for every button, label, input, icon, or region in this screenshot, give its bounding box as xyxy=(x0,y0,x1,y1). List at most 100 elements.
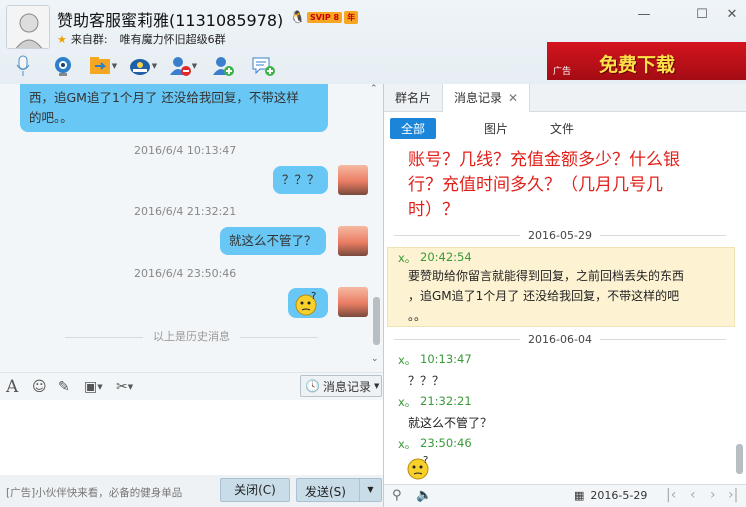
history-footer: ⚲ 🔈 ▦ 2016-5-29 |‹ ‹ › ›| xyxy=(384,484,746,507)
voice-call-button[interactable] xyxy=(4,53,42,79)
svg-text:?: ? xyxy=(423,455,428,466)
filter-all[interactable]: 全部 xyxy=(390,117,436,139)
history-button-label: 消息记录 xyxy=(322,379,371,394)
close-button[interactable]: 关闭(C) xyxy=(220,478,290,502)
message-text: ，追GM追了1个月了 还没给我回复，不带这样的吧 xyxy=(408,289,680,303)
first-page-icon[interactable]: |‹ xyxy=(666,487,676,503)
chevron-down-icon[interactable]: ▼ xyxy=(192,62,197,70)
vip-badge[interactable]: 🐧 SVIP 8 年 xyxy=(290,9,359,25)
contact-avatar[interactable] xyxy=(6,5,50,49)
maximize-icon[interactable]: ☐ xyxy=(694,7,710,23)
speaker-icon[interactable]: 🔈 xyxy=(416,488,432,503)
user-avatar[interactable] xyxy=(338,165,368,195)
chevron-down-icon[interactable]: ▼ xyxy=(359,479,381,501)
remote-assist-button[interactable]: ▼ xyxy=(124,53,162,79)
chevron-down-icon[interactable]: ▼ xyxy=(112,62,117,70)
date-value: 2016-5-29 xyxy=(590,489,648,502)
scroll-down-icon[interactable]: ⌄ xyxy=(371,354,379,364)
block-user-icon xyxy=(169,57,191,76)
history-divider-text: 以上是历史消息 xyxy=(153,330,230,343)
add-friend-button[interactable] xyxy=(204,53,242,79)
ad-text: 免费下载 xyxy=(599,54,676,76)
scissors-icon[interactable]: ✂ ▼ xyxy=(116,378,134,396)
close-tab-icon[interactable]: ✕ xyxy=(508,91,518,105)
message-sender: x。 xyxy=(398,251,417,265)
chevron-down-icon[interactable]: ▼ xyxy=(152,62,157,70)
confused-face-icon: ? xyxy=(407,455,429,480)
send-button[interactable]: 发送(S) ▼ xyxy=(296,478,382,502)
history-panel: 群名片 消息记录 ✕ 全部 图片 文件 账号？几线？充值金额多少？什么银行？充值时… xyxy=(384,84,746,507)
star-icon: ★ xyxy=(57,32,67,46)
message-sender: x。 xyxy=(398,437,417,451)
send-label: 发送(S) xyxy=(305,485,346,499)
message-button[interactable] xyxy=(244,53,282,79)
minimize-icon[interactable]: — xyxy=(636,7,652,23)
tab-label: 消息记录 xyxy=(454,91,503,105)
user-avatar[interactable] xyxy=(338,226,368,256)
message-input[interactable] xyxy=(0,400,383,475)
add-friend-icon xyxy=(213,57,234,76)
microphone-icon xyxy=(16,55,30,76)
scrollbar[interactable] xyxy=(373,297,380,345)
message-timestamp: 2016/6/4 10:13:47 xyxy=(134,144,237,157)
date-picker[interactable]: ▦ 2016-5-29 xyxy=(574,489,647,502)
notice-text: 账号？几线？充值金额多少？什么银行？充值时间多久？（几月几号几时）？ xyxy=(408,150,680,220)
svg-text:?: ? xyxy=(311,291,316,302)
outgoing-bubble: 就这么不管了？ xyxy=(220,227,326,255)
emoji-icon[interactable]: ☺ xyxy=(32,378,50,396)
message-text: 。。 xyxy=(408,309,427,323)
compose-footer: [广告]小伙伴快来看，必备的健身单品 关闭(C) 发送(S) ▼ xyxy=(0,475,383,507)
message-sender: x。 xyxy=(398,395,417,409)
chat-area[interactable]: 西，追GM追了1个月了 还没给我回复，不带这样 的吧。。 2016/6/4 10… xyxy=(0,84,383,370)
year-label: 年 xyxy=(344,10,359,24)
user-avatar[interactable] xyxy=(338,287,368,317)
clock-icon: 🕓 xyxy=(305,379,320,393)
prev-page-icon[interactable]: ‹ xyxy=(690,487,696,503)
chevron-down-icon: ▼ xyxy=(373,382,380,390)
image-icon[interactable]: ▣ ▼ xyxy=(84,378,103,396)
footer-ad-text[interactable]: [广告]小伙伴快来看，必备的健身单品 xyxy=(6,485,182,500)
filter-files[interactable]: 文件 xyxy=(532,118,592,139)
video-camera-icon xyxy=(55,57,71,76)
confused-face-icon: ? xyxy=(295,291,317,316)
outgoing-bubble: ? xyxy=(288,288,328,318)
outgoing-bubble: ？？？ xyxy=(273,166,328,194)
penguin-icon: 🐧 xyxy=(290,10,305,24)
panel-tabs: 群名片 消息记录 ✕ xyxy=(384,84,746,112)
history-filters: 全部 图片 文件 xyxy=(384,114,746,142)
search-icon[interactable]: ⚲ xyxy=(392,488,402,503)
message-time: 21:32:21 xyxy=(420,394,472,408)
message-text: 就这么不管了？ xyxy=(408,416,493,430)
ad-banner[interactable]: 广告 免费下载 xyxy=(547,42,746,80)
source-group[interactable]: 唯有魔力怀旧超级6群 xyxy=(120,31,226,47)
edit-icon[interactable]: ✎ xyxy=(58,378,76,396)
message-time: 23:50:46 xyxy=(420,436,472,450)
highlighted-message: x。 20:42:54 要赞助给你留言就能得到回复，之前回档丢失的东西 ，追GM… xyxy=(387,247,735,327)
tab-message-history[interactable]: 消息记录 ✕ xyxy=(442,84,531,112)
message-time: 20:42:54 xyxy=(420,250,472,264)
message-text: ？？？ xyxy=(408,374,445,388)
last-page-icon[interactable]: ›| xyxy=(728,487,738,503)
message-history-button[interactable]: 🕓 消息记录 ▼ xyxy=(300,375,382,397)
contact-title: 赞助客服蜜莉雅(1131085978) xyxy=(57,11,284,30)
tab-group-card[interactable]: 群名片 xyxy=(384,84,442,112)
scroll-up-icon[interactable]: ⌃ xyxy=(370,84,378,94)
source-line: ★ 来自群: 唯有魔力怀旧超级6群 xyxy=(57,31,226,47)
scrollbar[interactable] xyxy=(736,444,743,474)
ad-label: 广告 xyxy=(553,67,572,77)
chat-toolbar: ▼ ▼ ▼ xyxy=(4,52,282,80)
message-timestamp: 2016/6/4 23:50:46 xyxy=(134,267,237,280)
video-call-button[interactable] xyxy=(44,53,82,79)
source-label: 来自群: xyxy=(70,33,108,46)
message-time: 10:13:47 xyxy=(420,352,472,366)
font-icon[interactable]: A xyxy=(6,377,24,397)
next-page-icon[interactable]: › xyxy=(710,487,716,503)
filter-images[interactable]: 图片 xyxy=(466,118,526,139)
block-user-button[interactable]: ▼ xyxy=(164,53,202,79)
message-timestamp: 2016/6/4 21:32:21 xyxy=(134,205,237,218)
close-window-icon[interactable]: ✕ xyxy=(724,7,740,23)
file-transfer-button[interactable]: ▼ xyxy=(84,53,122,79)
emoji-message: ? xyxy=(406,454,432,483)
message-sender: x。 xyxy=(398,353,417,367)
message-text: 要赞助给你留言就能得到回复，之前回档丢失的东西 xyxy=(408,269,685,283)
